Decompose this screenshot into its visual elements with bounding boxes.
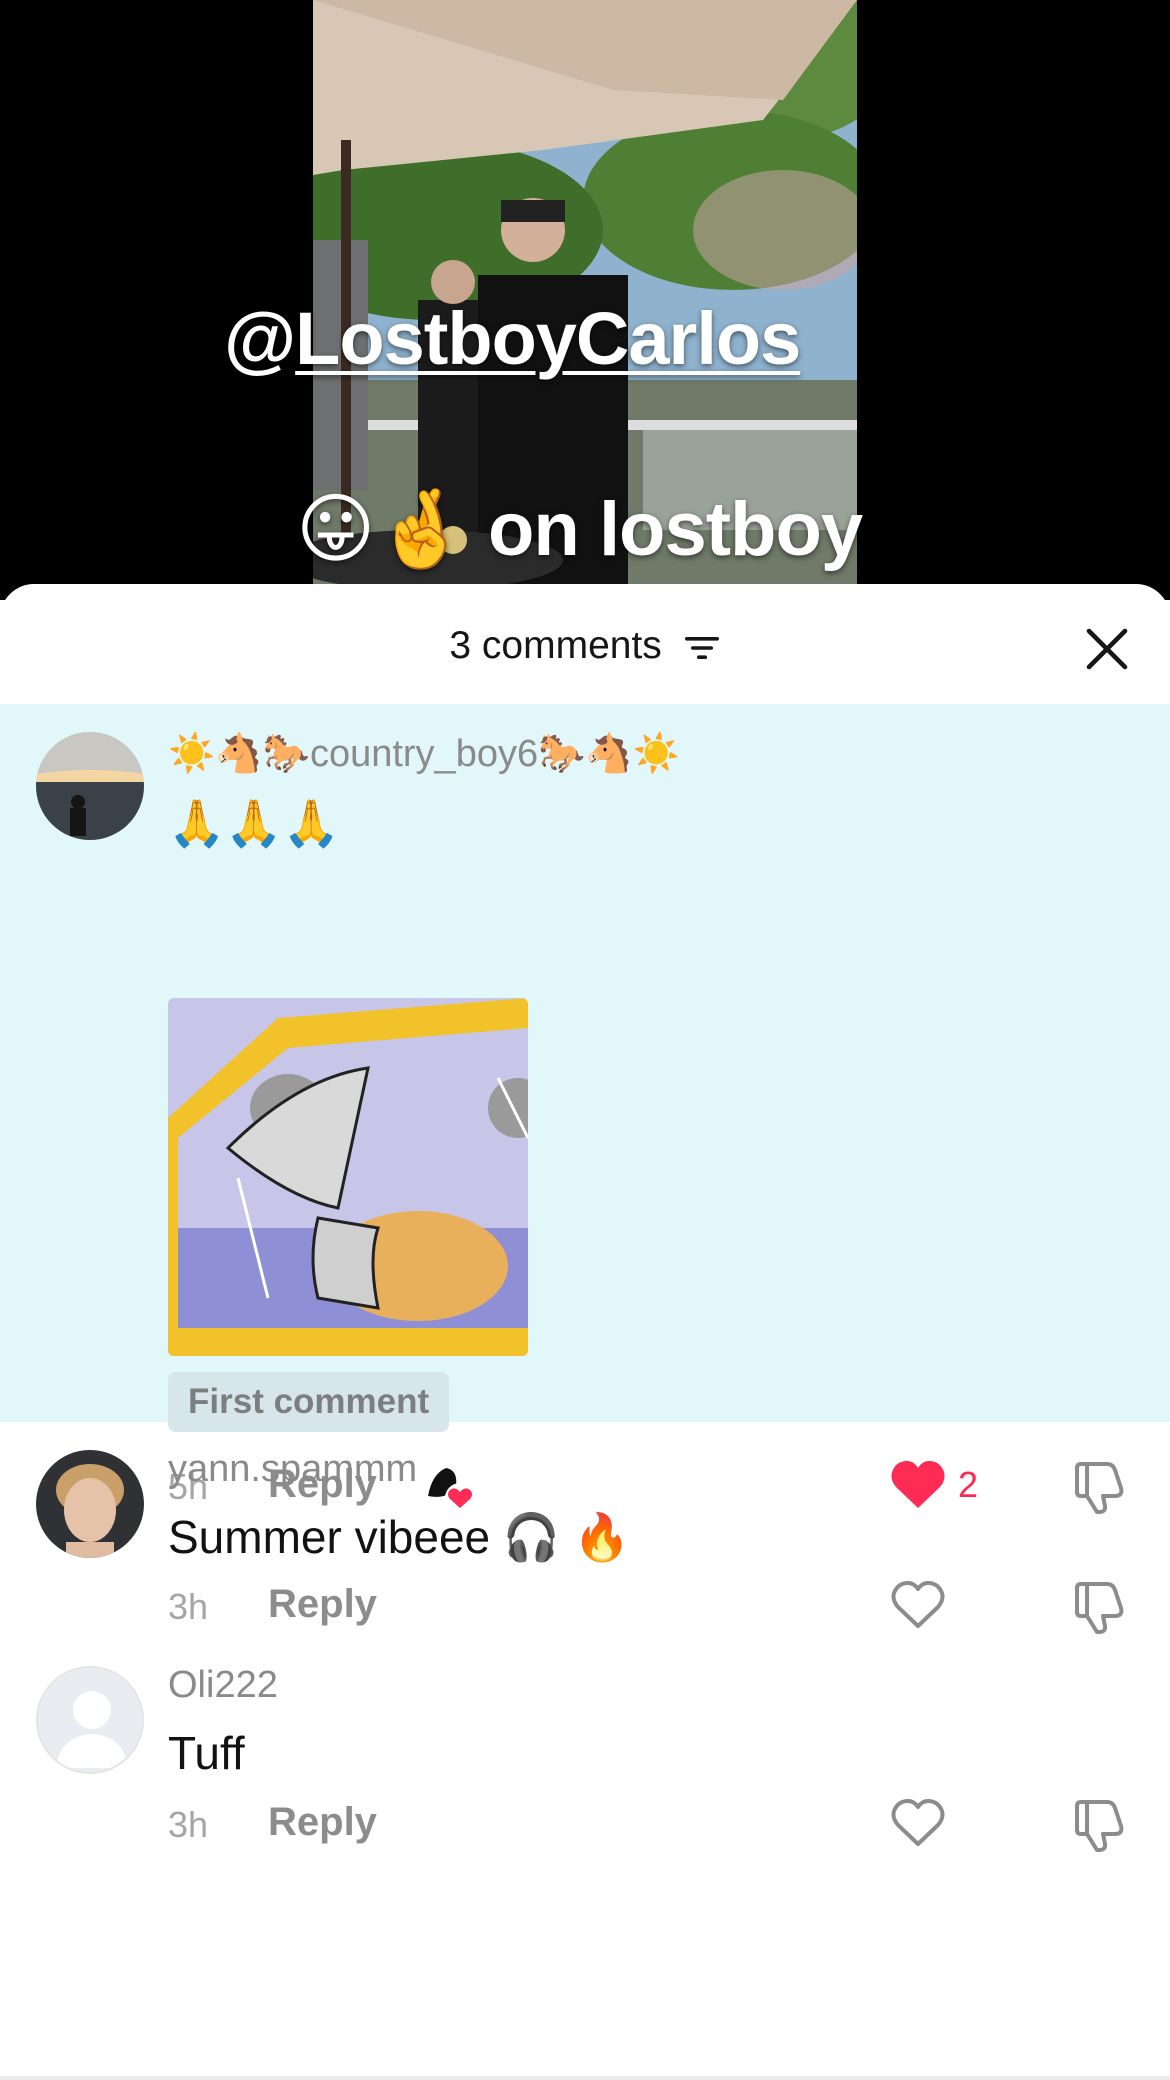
reply-button[interactable]: Reply (268, 1582, 377, 1627)
thumbs-down-icon[interactable] (1071, 1796, 1127, 1852)
comment-username[interactable]: Oli222 (168, 1664, 278, 1707)
comment-username[interactable]: yann.spammm (168, 1448, 417, 1491)
comment-username[interactable]: ☀️🐴🐎country_boy6🐎🐴☀️ (168, 732, 680, 776)
comment-sticker-image[interactable] (168, 998, 528, 1356)
thumbs-down-icon[interactable] (1071, 1578, 1127, 1634)
comment-actions: 3h Reply (168, 1796, 1128, 1852)
comment-item: ☀️🐴🐎country_boy6🐎🐴☀️ 🙏🙏🙏 First comment 5… (0, 704, 1170, 1514)
reply-button[interactable]: Reply (268, 1800, 377, 1845)
filter-lines-icon[interactable] (683, 634, 721, 662)
comment-item: yann.spammm Summer vibeee 🎧 🔥 3h Reply (0, 1422, 1170, 1662)
heart-outline-icon[interactable] (890, 1796, 946, 1850)
comment-item: Oli222 Tuff 3h Reply (0, 1662, 1170, 1902)
avatar[interactable] (36, 732, 144, 840)
video-mention-text[interactable]: @LostboyCarlos (224, 296, 801, 381)
video-player[interactable]: @LostboyCarlos 😛🤞 on lostboy (0, 0, 1170, 600)
comment-text: Tuff (168, 1727, 245, 1779)
video-caption-text: 😛🤞 on lostboy (296, 487, 863, 572)
comment-time: 3h (168, 1804, 209, 1845)
avatar[interactable] (36, 1450, 144, 1558)
heart-outline-icon[interactable] (890, 1578, 946, 1632)
comment-text: Summer vibeee 🎧 🔥 (168, 1511, 631, 1563)
comment-actions: 3h Reply (168, 1578, 1128, 1634)
comments-sheet: 3 comments ☀️🐴🐎country_boy6🐎🐴☀️ 🙏🙏🙏 Firs… (0, 584, 1170, 2080)
bottom-divider (0, 2076, 1170, 2080)
comment-count[interactable]: 3 comments (0, 624, 1170, 668)
close-x-icon[interactable] (1084, 626, 1130, 672)
comment-text: 🙏🙏🙏 (168, 797, 340, 849)
comment-time: 3h (168, 1586, 209, 1627)
default-avatar-icon[interactable] (36, 1666, 144, 1774)
comments-header: 3 comments (0, 584, 1170, 704)
